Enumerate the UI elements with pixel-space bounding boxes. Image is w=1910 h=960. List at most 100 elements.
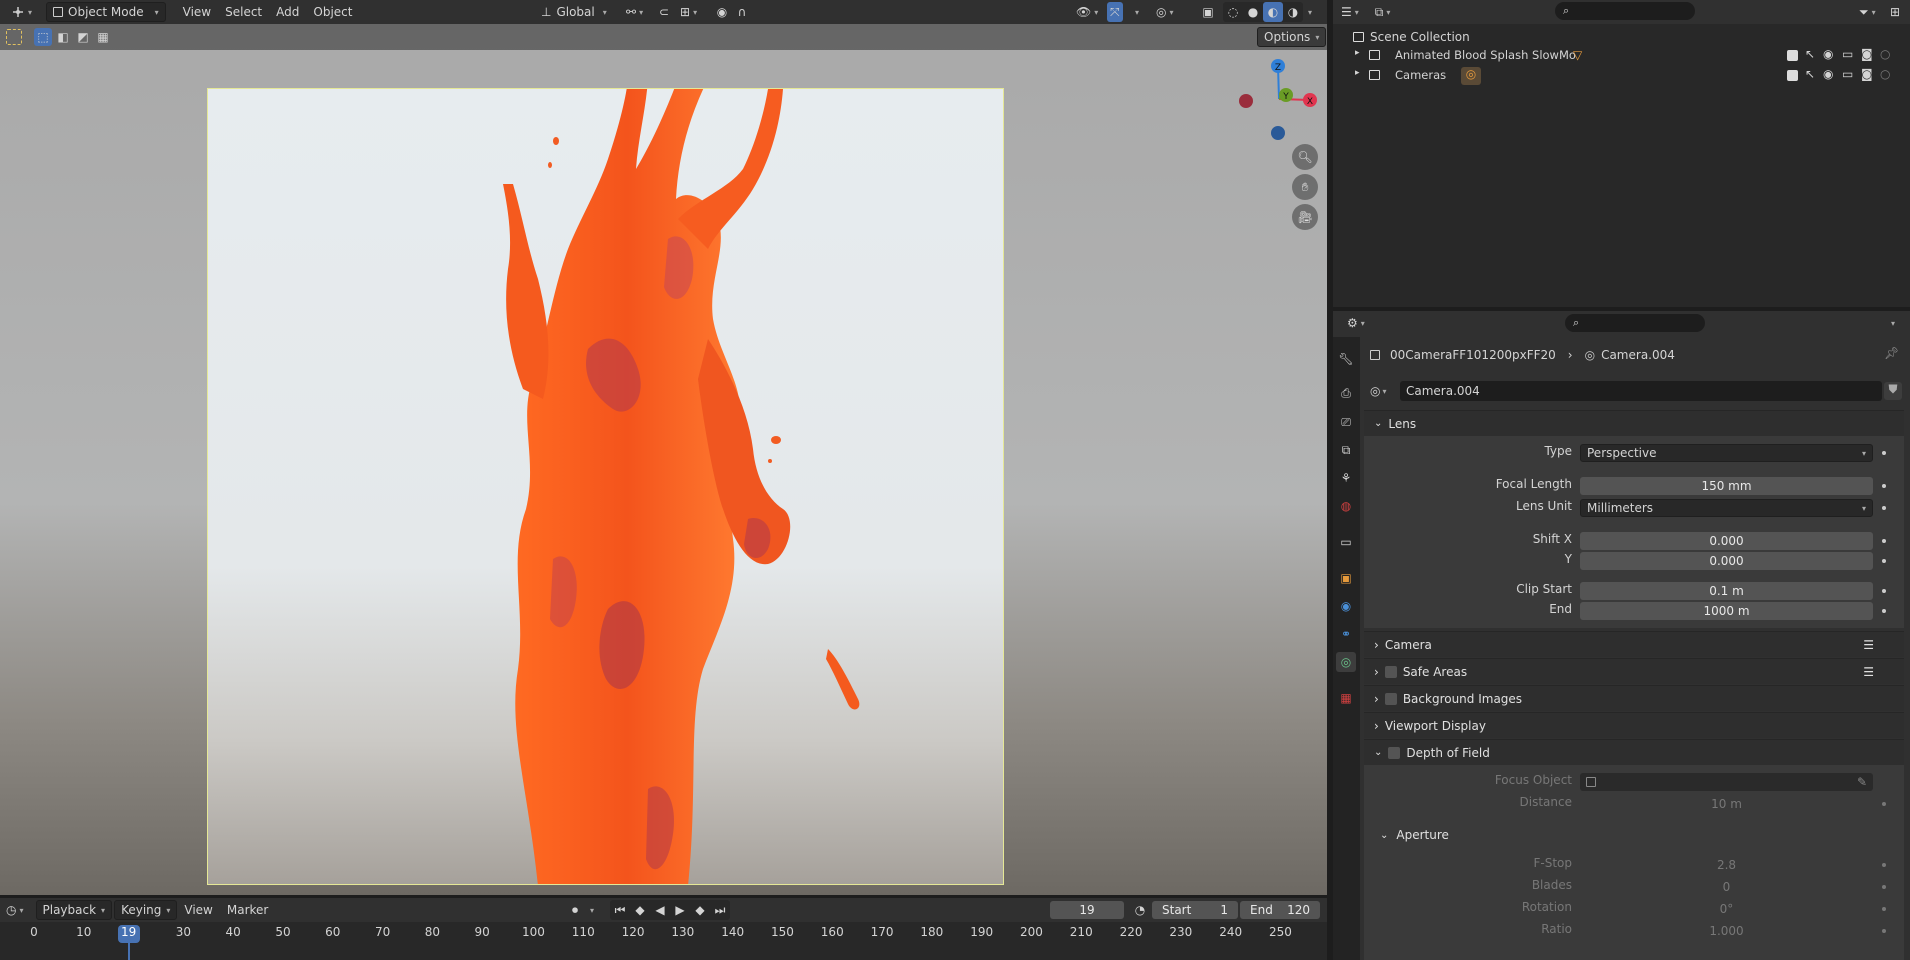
- depth-of-field-checkbox[interactable]: [1388, 746, 1401, 759]
- monitor-icon[interactable]: ▭: [1842, 47, 1853, 61]
- selectable-icon[interactable]: ↖: [1805, 47, 1815, 61]
- render-tab-icon[interactable]: ⎙: [1336, 383, 1356, 403]
- properties-search[interactable]: ⌕: [1565, 314, 1705, 332]
- expand-arrow-icon[interactable]: ▸: [1355, 68, 1360, 78]
- animate-dot-icon[interactable]: [1882, 451, 1886, 455]
- material-preview-shading-icon[interactable]: ◐: [1263, 2, 1283, 22]
- exclude-checkbox[interactable]: [1787, 50, 1798, 61]
- display-mode-dropdown[interactable]: ⧉ ▾: [1369, 2, 1397, 22]
- datablock-selector[interactable]: ◎ ▾: [1370, 381, 1398, 401]
- falloff-icon[interactable]: ∩: [732, 2, 752, 22]
- mode-dropdown[interactable]: Object Mode ▾: [46, 2, 166, 22]
- background-images-checkbox[interactable]: [1384, 692, 1397, 705]
- outliner-row[interactable]: ▸ Animated Blood Splash SlowMo ▽ ↖ ◉ ▭ ◙…: [1333, 47, 1910, 65]
- pivot-dropdown[interactable]: ⚯ ▾: [620, 2, 649, 22]
- end-frame-field[interactable]: End 120: [1240, 901, 1320, 919]
- scene-tab-icon[interactable]: ⚘: [1336, 468, 1356, 488]
- lens-type-dropdown[interactable]: Perspective ▾: [1580, 444, 1873, 462]
- panel-safe-areas[interactable]: › Safe Areas ☰: [1364, 658, 1904, 684]
- outliner-search[interactable]: ⌕: [1555, 2, 1695, 20]
- shading-dropdown-chevron[interactable]: ▾: [1308, 8, 1312, 17]
- timeline-menu-marker[interactable]: Marker: [220, 900, 275, 920]
- camera-view-button[interactable]: 🎥︎: [1292, 204, 1318, 230]
- animate-dot-icon[interactable]: [1882, 484, 1886, 488]
- timeline-menu-view[interactable]: View: [177, 900, 219, 920]
- animate-dot-icon[interactable]: [1882, 506, 1886, 510]
- jump-start-icon[interactable]: ⏮: [610, 900, 630, 920]
- start-frame-field[interactable]: Start 1: [1152, 901, 1238, 919]
- snap-icon[interactable]: ⊂: [654, 2, 674, 22]
- play-reverse-icon[interactable]: ◀: [650, 900, 670, 920]
- select-box-tool-icon[interactable]: [6, 29, 22, 45]
- clip-end-field[interactable]: 1000 m: [1580, 602, 1873, 620]
- object-tab-icon[interactable]: ▣: [1336, 568, 1356, 588]
- properties-editor-type[interactable]: ⚙ ▾: [1341, 313, 1371, 333]
- animate-dot-icon[interactable]: [1882, 559, 1886, 563]
- fstop-field[interactable]: 2.8: [1580, 856, 1873, 874]
- next-keyframe-icon[interactable]: ◆: [690, 900, 710, 920]
- monitor-icon[interactable]: ▭: [1842, 67, 1853, 81]
- panel-camera[interactable]: › Camera ☰: [1364, 631, 1904, 657]
- proportional-edit-icon[interactable]: ◉: [712, 2, 732, 22]
- menu-object[interactable]: Object: [306, 2, 359, 22]
- render-camera-icon[interactable]: ◙: [1861, 67, 1873, 81]
- tool-tab-icon[interactable]: 🔧︎: [1336, 349, 1356, 369]
- animate-dot-icon[interactable]: [1882, 929, 1886, 933]
- animate-dot-icon[interactable]: [1882, 885, 1886, 889]
- pin-icon[interactable]: 📌︎: [1884, 346, 1899, 360]
- animate-dot-icon[interactable]: [1882, 907, 1886, 911]
- gizmo-dropdown-chevron[interactable]: ▾: [1135, 8, 1139, 17]
- eyedropper-icon[interactable]: ✎: [1857, 775, 1867, 789]
- solid-shading-icon[interactable]: ●: [1243, 2, 1263, 22]
- overlays-toggle[interactable]: ◎ ▾: [1150, 2, 1180, 22]
- lens-unit-dropdown[interactable]: Millimeters ▾: [1580, 499, 1873, 517]
- zoom-button[interactable]: 🔍︎: [1292, 144, 1318, 170]
- outliner-row[interactable]: ▸ Cameras ◎ ↖ ◉ ▭ ◙ ○: [1333, 67, 1910, 85]
- navigation-gizmo[interactable]: Z X Y: [1232, 56, 1322, 146]
- focus-object-field[interactable]: ✎: [1580, 773, 1873, 791]
- timeline-editor-type[interactable]: ◷ ▾: [0, 900, 30, 920]
- menu-select[interactable]: Select: [218, 2, 269, 22]
- distance-field[interactable]: 10 m: [1580, 795, 1873, 813]
- animate-dot-icon[interactable]: [1882, 863, 1886, 867]
- world-tab-icon[interactable]: ◍: [1336, 496, 1356, 516]
- blades-field[interactable]: 0: [1580, 878, 1873, 896]
- prev-keyframe-icon[interactable]: ◆: [630, 900, 650, 920]
- record-icon[interactable]: ⏺: [565, 900, 585, 920]
- expand-arrow-icon[interactable]: ▸: [1355, 48, 1360, 58]
- subpanel-aperture[interactable]: ⌄ Aperture: [1380, 825, 1449, 845]
- datablock-name-field[interactable]: Camera.004: [1400, 381, 1882, 401]
- jump-end-icon[interactable]: ⏭: [710, 900, 730, 920]
- 3d-viewport[interactable]: ⬚ ◧ ◩ ▦ Options ▾ Z X Y 🔍︎ ✋︎ 🎥︎: [0, 24, 1327, 895]
- holdout-icon[interactable]: ○: [1880, 67, 1890, 81]
- shift-x-field[interactable]: 0.000: [1580, 532, 1873, 550]
- rotation-field[interactable]: 0°: [1580, 900, 1873, 918]
- selectable-icon[interactable]: ↖: [1805, 67, 1815, 81]
- menu-add[interactable]: Add: [269, 2, 306, 22]
- menu-view[interactable]: View: [176, 2, 218, 22]
- options-dropdown[interactable]: Options ▾: [1257, 27, 1327, 47]
- intersect-selection-icon[interactable]: ▦: [94, 28, 112, 46]
- physics-tab-icon[interactable]: ◉: [1336, 596, 1356, 616]
- wireframe-shading-icon[interactable]: ◌: [1223, 2, 1243, 22]
- eye-icon[interactable]: ◉: [1823, 67, 1833, 81]
- texture-tab-icon[interactable]: ▦: [1336, 688, 1356, 708]
- render-camera-icon[interactable]: ◙: [1861, 47, 1873, 61]
- output-tab-icon[interactable]: ⎚: [1336, 412, 1356, 432]
- fake-user-icon[interactable]: ⛊: [1884, 382, 1902, 400]
- view-layer-tab-icon[interactable]: ⧉: [1336, 440, 1356, 460]
- safe-areas-checkbox[interactable]: [1384, 665, 1397, 678]
- new-collection-icon[interactable]: ⊞: [1885, 2, 1905, 22]
- xray-icon[interactable]: ▣: [1198, 2, 1218, 22]
- presets-icon[interactable]: ☰: [1863, 638, 1874, 652]
- play-icon[interactable]: ▶: [670, 900, 690, 920]
- animate-dot-icon[interactable]: [1882, 802, 1886, 806]
- pan-button[interactable]: ✋︎: [1292, 174, 1318, 200]
- shift-y-field[interactable]: 0.000: [1580, 552, 1873, 570]
- timeline-area[interactable]: 0 10 19 30 40 50 60 70 80 90 100 110 120 130 140 150 160…: [0, 922, 1327, 960]
- outliner-row-scene-collection[interactable]: Scene Collection: [1353, 28, 1470, 46]
- playback-menu[interactable]: Playback ▾: [35, 900, 113, 920]
- panel-background-images[interactable]: › Background Images: [1364, 685, 1904, 711]
- eye-icon[interactable]: ◉: [1823, 47, 1833, 61]
- filter-dropdown[interactable]: ⏷ ▾: [1853, 2, 1882, 22]
